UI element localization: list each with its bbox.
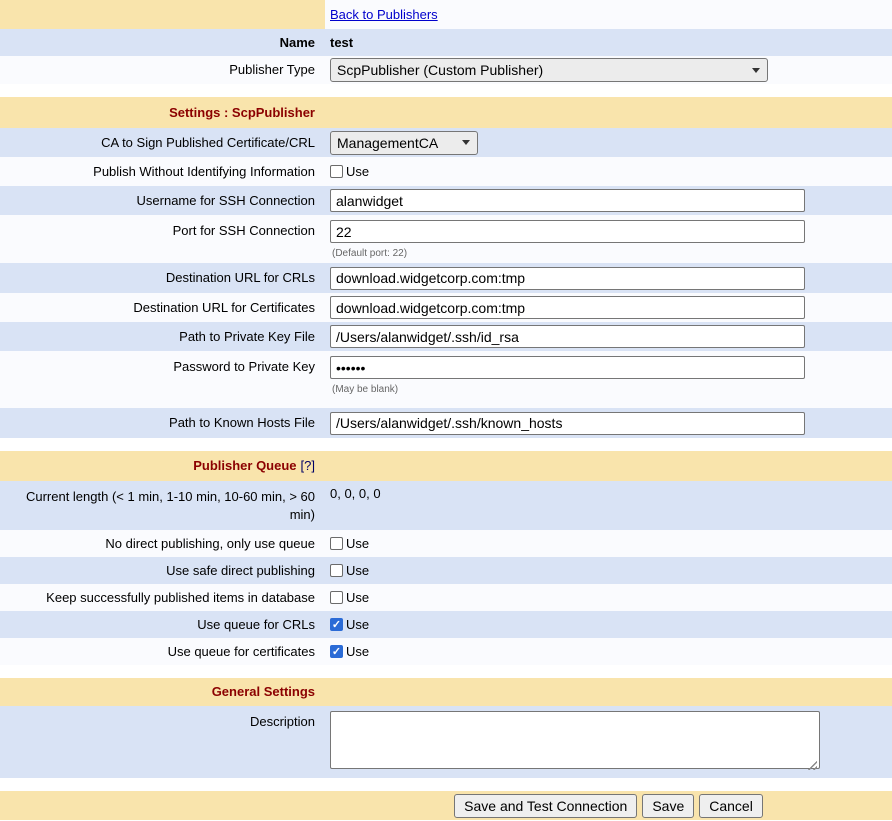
- back-link-row: Back to Publishers: [0, 0, 892, 29]
- no-direct-publishing-label: No direct publishing, only use queue: [105, 535, 315, 553]
- port-input[interactable]: [330, 220, 805, 243]
- use-label: Use: [346, 563, 369, 578]
- queue-crls-row: Use queue for CRLs Use: [0, 611, 892, 638]
- chevron-down-icon: [462, 140, 470, 145]
- crl-url-label: Destination URL for CRLs: [166, 269, 315, 287]
- keep-published-checkbox[interactable]: [330, 591, 343, 604]
- cert-url-label: Destination URL for Certificates: [133, 299, 315, 317]
- privkey-row: Path to Private Key File: [0, 322, 892, 351]
- queue-length-label: Current length (< 1 min, 1-10 min, 10-60…: [6, 488, 315, 523]
- no-direct-publishing-checkbox[interactable]: [330, 537, 343, 550]
- queue-certificates-checkbox[interactable]: [330, 645, 343, 658]
- back-to-publishers-link[interactable]: Back to Publishers: [330, 7, 438, 22]
- crl-url-row: Destination URL for CRLs: [0, 263, 892, 293]
- port-row: Port for SSH Connection (Default port: 2…: [0, 215, 892, 263]
- general-section-header: General Settings: [0, 678, 892, 706]
- safe-direct-publishing-label: Use safe direct publishing: [166, 562, 315, 580]
- password-row: Password to Private Key (May be blank): [0, 351, 892, 408]
- password-blank-note: (May be blank): [330, 384, 398, 395]
- save-button[interactable]: Save: [642, 794, 694, 818]
- anonymize-use-label: Use: [346, 164, 369, 179]
- description-label: Description: [250, 713, 315, 731]
- description-row: Description: [0, 706, 892, 778]
- queue-section-header: Publisher Queue [?]: [0, 451, 892, 481]
- use-label: Use: [346, 617, 369, 632]
- queue-length-row: Current length (< 1 min, 1-10 min, 10-60…: [0, 481, 892, 530]
- section-gap: [0, 84, 892, 97]
- publisher-queue-help-link[interactable]: [?]: [301, 457, 315, 475]
- privkey-label: Path to Private Key File: [179, 328, 315, 346]
- save-and-test-button[interactable]: Save and Test Connection: [454, 794, 637, 818]
- name-value: test: [330, 35, 353, 50]
- ca-label: CA to Sign Published Certificate/CRL: [101, 134, 315, 152]
- keep-published-row: Keep successfully published items in dat…: [0, 584, 892, 611]
- section-gap: [0, 438, 892, 451]
- publisher-type-label: Publisher Type: [229, 61, 315, 79]
- publisher-type-select[interactable]: ScpPublisher (Custom Publisher): [330, 58, 768, 82]
- section-gap: [0, 665, 892, 678]
- queue-certificates-label: Use queue for certificates: [168, 643, 315, 661]
- section-gap: [0, 778, 892, 791]
- back-link-cell: Back to Publishers: [325, 0, 892, 29]
- cancel-button[interactable]: Cancel: [699, 794, 763, 818]
- no-direct-publishing-row: No direct publishing, only use queue Use: [0, 530, 892, 557]
- publisher-type-selected-value: ScpPublisher (Custom Publisher): [337, 62, 543, 78]
- queue-length-value: 0, 0, 0, 0: [330, 486, 381, 501]
- crl-url-input[interactable]: [330, 267, 805, 290]
- anonymize-row: Publish Without Identifying Information …: [0, 157, 892, 186]
- anonymize-checkbox[interactable]: [330, 165, 343, 178]
- use-label: Use: [346, 590, 369, 605]
- username-row: Username for SSH Connection: [0, 186, 892, 215]
- use-label: Use: [346, 644, 369, 659]
- ca-row: CA to Sign Published Certificate/CRL Man…: [0, 128, 892, 157]
- ca-selected-value: ManagementCA: [337, 135, 438, 151]
- description-textarea[interactable]: [330, 711, 820, 769]
- password-input[interactable]: [330, 356, 805, 379]
- knownhosts-path-input[interactable]: [330, 412, 805, 435]
- name-label: Name: [280, 34, 315, 52]
- port-label: Port for SSH Connection: [173, 222, 315, 240]
- password-label: Password to Private Key: [173, 358, 315, 376]
- safe-direct-publishing-row: Use safe direct publishing Use: [0, 557, 892, 584]
- queue-crls-label: Use queue for CRLs: [197, 616, 315, 634]
- cert-url-input[interactable]: [330, 296, 805, 319]
- edit-publisher-page: Back to Publishers Name test Publisher T…: [0, 0, 892, 820]
- settings-section-header: Settings : ScpPublisher: [0, 97, 892, 128]
- queue-section-title: Publisher Queue: [193, 457, 296, 475]
- name-row: Name test: [0, 29, 892, 56]
- knownhosts-label: Path to Known Hosts File: [169, 414, 315, 432]
- cert-url-row: Destination URL for Certificates: [0, 293, 892, 322]
- username-label: Username for SSH Connection: [137, 192, 315, 210]
- use-label: Use: [346, 536, 369, 551]
- port-default-note: (Default port: 22): [330, 248, 407, 259]
- username-input[interactable]: [330, 189, 805, 212]
- safe-direct-publishing-checkbox[interactable]: [330, 564, 343, 577]
- queue-crls-checkbox[interactable]: [330, 618, 343, 631]
- anonymize-label: Publish Without Identifying Information: [93, 163, 315, 181]
- queue-certificates-row: Use queue for certificates Use: [0, 638, 892, 665]
- settings-section-title: Settings : ScpPublisher: [169, 104, 315, 122]
- publisher-type-row: Publisher Type ScpPublisher (Custom Publ…: [0, 56, 892, 84]
- ca-select[interactable]: ManagementCA: [330, 131, 478, 155]
- back-link-left-cell: [0, 0, 325, 29]
- general-section-title: General Settings: [212, 683, 315, 701]
- footer-row: Save and Test Connection Save Cancel: [0, 791, 892, 820]
- keep-published-label: Keep successfully published items in dat…: [46, 589, 315, 607]
- knownhosts-row: Path to Known Hosts File: [0, 408, 892, 438]
- chevron-down-icon: [752, 68, 760, 73]
- privkey-path-input[interactable]: [330, 325, 805, 348]
